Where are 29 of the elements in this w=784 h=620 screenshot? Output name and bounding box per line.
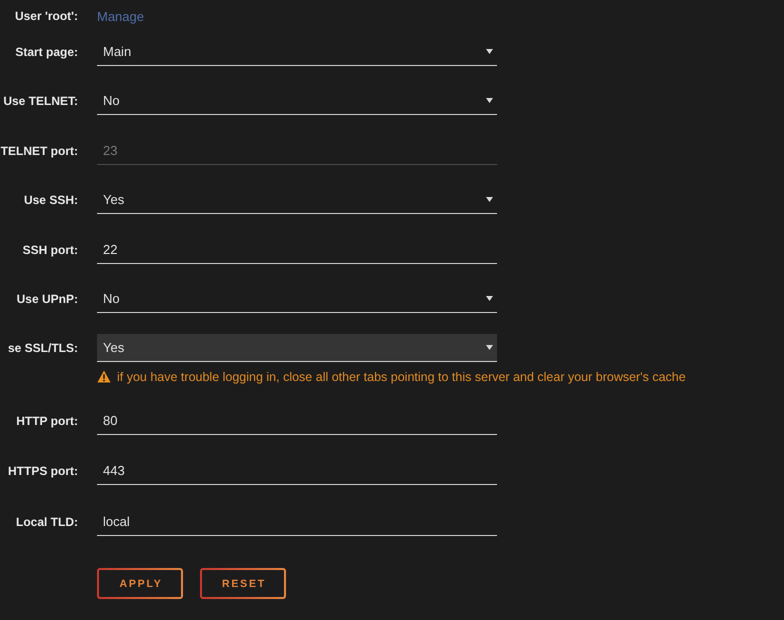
field-label: Use TELNET: (2, 94, 78, 108)
warning-text: if you have trouble logging in, close all other tabs pointing to this server and clear your browser's cache (117, 370, 686, 384)
text-field[interactable]: 443 (97, 457, 497, 486)
action-button[interactable]: RESET (200, 568, 286, 600)
action-button[interactable]: APPLY (97, 568, 183, 600)
dropdown[interactable]: No (97, 87, 497, 116)
field-label: User 'root': (14, 9, 78, 23)
dropdown[interactable]: Main (97, 38, 497, 66)
caret-icon (486, 345, 493, 350)
caret-icon (486, 49, 493, 54)
caret-icon (486, 98, 493, 104)
dropdown[interactable]: Yes (97, 186, 497, 214)
text-field[interactable]: 22 (97, 236, 497, 264)
warning-icon (97, 370, 111, 384)
dropdown[interactable]: No (97, 284, 497, 313)
dropdown[interactable]: Yes (97, 334, 497, 362)
field-label: Local TLD: (15, 515, 78, 530)
field-label: HTTPS port: (7, 464, 78, 478)
field-label: se SSL/TLS: (6, 341, 78, 356)
field-label: Use UPnP: (16, 292, 78, 306)
field-label: SSH port: (22, 242, 78, 257)
caret-icon (486, 296, 493, 301)
text-field[interactable]: 80 (97, 406, 497, 435)
field-label: HTTP port: (15, 414, 78, 428)
field-label: Start page: (14, 45, 78, 59)
text-field[interactable]: local (97, 508, 497, 536)
field-label: Use SSH: (22, 193, 78, 208)
field-label: TELNET port: (0, 144, 78, 158)
caret-icon (486, 197, 493, 202)
